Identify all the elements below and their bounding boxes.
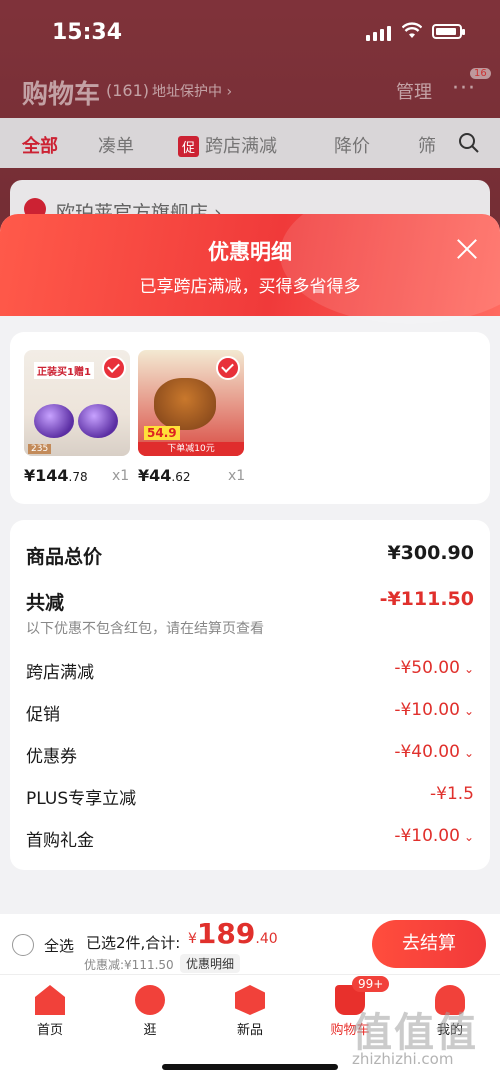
sheet-header: 优惠明细 已享跨店满减，买得多省得多 — [0, 214, 500, 324]
home-indicator — [162, 1064, 338, 1070]
total-label: 商品总价 — [26, 546, 103, 568]
filter-tab-all[interactable]: 全部 — [22, 132, 58, 158]
product-label: 54.9 — [144, 426, 180, 440]
product-item[interactable]: 54.9 下单减10元 ¥44.62 x1 — [138, 350, 245, 485]
picked-count: 已选2件,合计: — [86, 934, 181, 952]
wifi-icon — [402, 22, 422, 38]
new-products-icon — [235, 985, 265, 1015]
address-protection-link[interactable]: 地址保护中 › — [152, 81, 232, 101]
selected-check-icon[interactable] — [102, 356, 126, 380]
total-value: ¥300.90 — [387, 542, 474, 564]
chevron-down-icon[interactable]: ⌄ — [464, 830, 474, 844]
checkout-button[interactable]: 去结算 — [372, 920, 486, 968]
price-main: ¥44 — [138, 466, 172, 485]
discount-item-value: -¥1.5 — [430, 784, 474, 804]
price-main: ¥144 — [24, 466, 69, 485]
discount-item-label: 首购礼金 — [26, 831, 94, 851]
food-image — [154, 378, 216, 430]
filter-tab-cross-store-label: 跨店满减 — [205, 136, 278, 157]
product-tag: 下单减10元 — [138, 442, 244, 456]
discount-item-value: -¥10.00 ⌄ — [394, 700, 474, 720]
tab-home[interactable]: 首页 — [20, 985, 80, 1038]
product-price: ¥44.62 — [138, 466, 191, 485]
filter-tab-filter[interactable]: 筛 — [418, 132, 436, 158]
discount-value: -¥111.50 — [379, 588, 474, 610]
filter-tab-bundle[interactable]: 凑单 — [98, 132, 134, 158]
more-badge: 16 — [470, 68, 491, 79]
select-all-label[interactable]: 全选 — [44, 935, 74, 956]
price-summary: 商品总价 ¥300.90 共减 -¥111.50 以下优惠不包含红包，请在结算页… — [10, 520, 490, 870]
tab-new[interactable]: 新品 — [220, 985, 280, 1038]
signal-icon — [366, 26, 391, 41]
discount-label: 共减 — [26, 592, 65, 614]
tab-label: 逛 — [143, 1023, 157, 1038]
price-decimal: .62 — [171, 470, 191, 484]
total-price: ¥189.40 — [188, 917, 278, 950]
selected-check-icon[interactable] — [216, 356, 240, 380]
product-item[interactable]: 正装买1赠1 235 ¥144.78 x1 — [24, 350, 130, 485]
chevron-down-icon[interactable]: ⌄ — [464, 704, 474, 718]
product-label: 正装买1赠1 — [34, 362, 94, 379]
total-integer: 189 — [196, 917, 256, 950]
tab-browse[interactable]: 逛 — [120, 985, 180, 1038]
discount-item-value: -¥10.00 ⌄ — [394, 826, 474, 846]
discount-item-label: 跨店满减 — [26, 663, 94, 683]
braised-food-image[interactable]: 54.9 下单减10元 — [138, 350, 244, 456]
promo-tag: 促 — [178, 136, 200, 157]
cart-count: (161) — [106, 81, 150, 100]
more-icon[interactable]: ··· — [452, 76, 476, 101]
cart-title: 购物车 — [22, 80, 101, 110]
discount-item-label: 促销 — [26, 705, 60, 725]
sheet-subtitle: 已享跨店满减，买得多省得多 — [139, 277, 361, 297]
filter-tab-price-drop[interactable]: 降价 — [334, 132, 370, 158]
discount-item-label: PLUS专享立减 — [26, 789, 137, 809]
discount-amount: -¥40.00 — [394, 742, 460, 762]
watermark-url: zhizhizhi.com — [352, 1050, 454, 1068]
search-icon[interactable] — [458, 132, 480, 154]
tab-label: 新品 — [236, 1023, 263, 1038]
select-all-radio[interactable] — [12, 934, 34, 956]
product-quantity: x1 — [112, 468, 130, 484]
discount-amount: -¥50.00 — [394, 658, 460, 678]
checkout-bar: 全选 已选2件,合计: ¥189.40 优惠减:¥111.50 优惠明细 去结算 — [0, 914, 500, 974]
product-price: ¥144.78 — [24, 466, 88, 485]
currency-symbol: ¥ — [188, 931, 197, 947]
product-list: 正装买1赠1 235 ¥144.78 x1 54.9 下单减10元 ¥44.62… — [10, 332, 490, 504]
discount-item-label: 优惠券 — [26, 747, 77, 767]
manage-button[interactable]: 管理 — [396, 78, 432, 104]
close-icon[interactable] — [454, 236, 480, 262]
total-decimal: .40 — [255, 931, 278, 947]
filter-tabs: 全部 凑单 促跨店满减 降价 筛 — [0, 118, 500, 168]
tab-label: 首页 — [36, 1023, 63, 1038]
status-bar: 15:34 — [0, 0, 500, 62]
discount-note: 以下优惠不包含红包，请在结算页查看 — [26, 621, 264, 637]
home-icon — [35, 985, 65, 1015]
discount-item-value: -¥50.00 ⌄ — [394, 658, 474, 678]
savings-text: 优惠减:¥111.50 — [84, 958, 174, 972]
discount-item-value: -¥40.00 ⌄ — [394, 742, 474, 762]
discount-amount: -¥10.00 — [394, 700, 460, 720]
price-decimal: .78 — [68, 470, 88, 484]
jar-image — [34, 404, 74, 438]
cart-badge: 99+ — [352, 976, 390, 992]
sheet-title: 优惠明细 — [208, 240, 292, 264]
browse-icon — [135, 985, 165, 1015]
cart-header: 购物车 (161) 地址保护中 › 管理 ··· 16 — [0, 62, 500, 118]
product-tag: 235 — [28, 444, 52, 454]
product-quantity: x1 — [228, 468, 246, 484]
header-decoration — [280, 214, 500, 324]
status-time: 15:34 — [52, 20, 123, 45]
battery-icon — [432, 24, 465, 39]
chevron-down-icon[interactable]: ⌄ — [464, 746, 474, 760]
discount-detail-link[interactable]: 优惠明细 — [180, 954, 241, 973]
cream-jar-image[interactable]: 正装买1赠1 235 — [24, 350, 130, 456]
discount-amount: -¥10.00 — [394, 826, 460, 846]
chevron-down-icon[interactable]: ⌄ — [464, 662, 474, 676]
filter-tab-cross-store[interactable]: 促跨店满减 — [178, 132, 277, 158]
jar-image — [78, 404, 118, 438]
